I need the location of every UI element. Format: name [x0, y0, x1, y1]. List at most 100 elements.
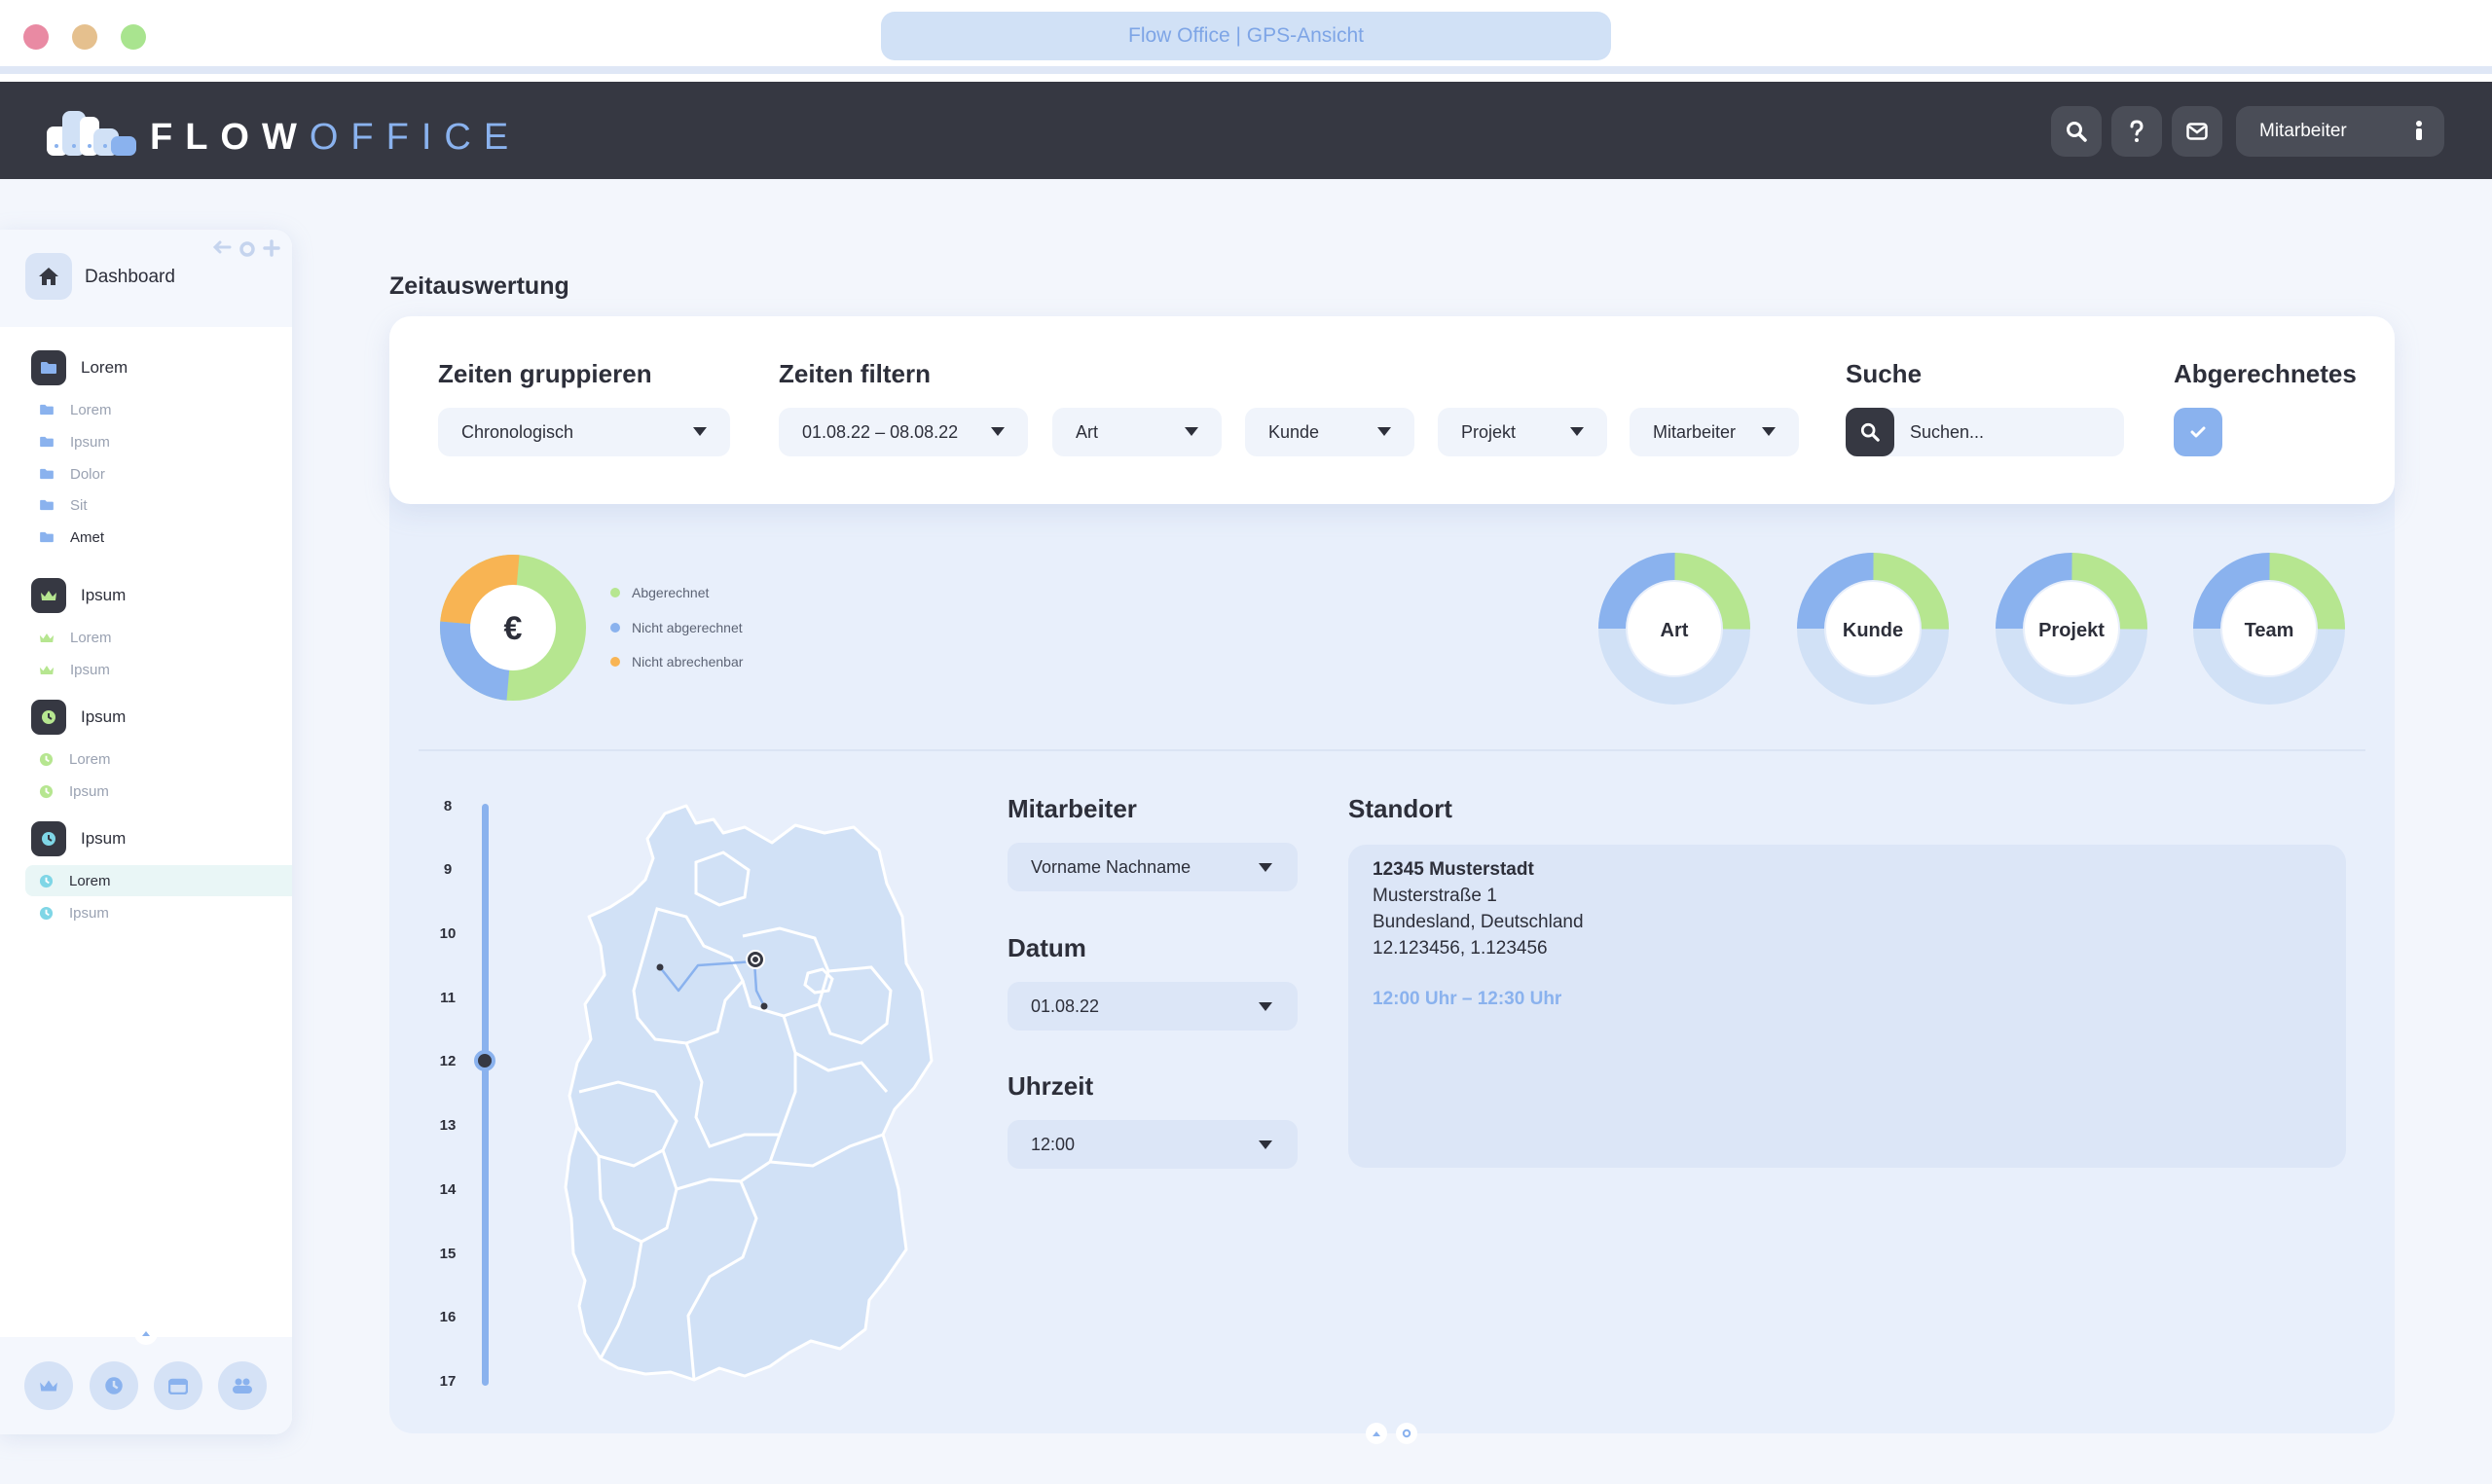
page-title: Zeitauswertung — [389, 272, 569, 300]
sidebar-item-active[interactable]: Lorem — [25, 865, 292, 896]
sidebar-item[interactable]: Dolor — [0, 458, 292, 489]
arrow-left-icon[interactable] — [212, 239, 232, 255]
user-menu-label: Mitarbeiter — [2259, 121, 2347, 141]
date-value: 01.08.22 — [1031, 995, 1100, 1016]
sidebar-item[interactable]: Lorem — [0, 622, 292, 653]
section-divider — [419, 749, 2365, 751]
time-value: 12:00 — [1031, 1134, 1076, 1154]
app-header: FLOW OFFICE Mitarbeiter — [0, 82, 2492, 179]
sidebar-item[interactable]: Sit — [0, 489, 292, 521]
collapse-button[interactable] — [134, 1321, 158, 1345]
folder-icon — [40, 499, 54, 511]
donut-team[interactable]: Team — [2193, 553, 2345, 705]
sidebar-footer — [0, 1321, 292, 1434]
user-menu-button[interactable]: Mitarbeiter — [2236, 106, 2444, 157]
group-times-select[interactable]: Chronologisch — [438, 408, 730, 456]
sidebar-item[interactable]: Ipsum — [0, 654, 292, 685]
employee-label: Mitarbeiter — [1008, 794, 1137, 823]
maximize-window-button[interactable] — [121, 24, 146, 50]
chevron-down-icon — [1762, 427, 1776, 436]
hour-tick: 15 — [439, 1246, 457, 1262]
footer-crown-button[interactable] — [24, 1361, 73, 1410]
calendar-icon — [168, 1378, 188, 1394]
dashboard-label[interactable]: Dashboard — [85, 267, 175, 288]
donut-kunde[interactable]: Kunde — [1797, 553, 1949, 705]
header-help-button[interactable] — [2111, 106, 2162, 157]
mail-icon — [2186, 123, 2208, 140]
settings-icon[interactable] — [238, 239, 257, 259]
sidebar-item-label: Ipsum — [70, 661, 110, 678]
sidebar-item-label: Lorem — [69, 750, 111, 768]
time-select[interactable]: 12:00 — [1008, 1120, 1298, 1169]
brand-name: FLOW OFFICE — [150, 117, 521, 159]
legend-item: Nicht abgerechnet — [610, 620, 743, 635]
header-search-button[interactable] — [2051, 106, 2102, 157]
footer-clock-button[interactable] — [90, 1361, 138, 1410]
legend-label: Abgerechnet — [632, 585, 710, 600]
date-select[interactable]: 01.08.22 — [1008, 982, 1298, 1031]
billed-label: Abgerechnetes — [2174, 359, 2357, 388]
search-input[interactable] — [1908, 408, 2112, 456]
sidebar-item-label: Sit — [70, 496, 88, 514]
sidebar-item[interactable]: Ipsum — [0, 897, 292, 928]
sidebar-item[interactable]: Lorem — [0, 394, 292, 425]
folder-icon — [40, 531, 54, 543]
projekt-select[interactable]: Projekt — [1438, 408, 1607, 456]
folder-icon — [40, 468, 54, 480]
sidebar-item-label: Lorem — [70, 629, 112, 646]
location-city: 12345 Musterstadt — [1373, 859, 1534, 880]
kunde-select[interactable]: Kunde — [1245, 408, 1414, 456]
gps-point — [656, 963, 664, 971]
currency-symbol: € — [504, 610, 523, 647]
scroll-up-button[interactable] — [1366, 1423, 1387, 1444]
footer-team-button[interactable] — [218, 1361, 267, 1410]
mitarbeiter-select[interactable]: Mitarbeiter — [1630, 408, 1799, 456]
employee-select[interactable]: Vorname Nachname — [1008, 843, 1298, 891]
sidebar-item-label: Ipsum — [70, 433, 110, 451]
sidebar-group[interactable]: Ipsum — [31, 578, 126, 613]
sidebar-item[interactable]: Ipsum — [0, 426, 292, 457]
crown-icon — [39, 665, 55, 674]
close-window-button[interactable] — [23, 24, 49, 50]
sidebar-group[interactable]: Ipsum — [31, 700, 126, 735]
donut-label: Kunde — [1843, 620, 1903, 641]
sidebar-group[interactable]: Ipsum — [31, 821, 126, 856]
header-mail-button[interactable] — [2172, 106, 2222, 157]
chevron-down-icon — [1259, 1140, 1272, 1149]
legend-item: Nicht abrechenbar — [610, 654, 743, 670]
sidebar-item[interactable]: Amet — [0, 522, 292, 553]
plus-icon[interactable] — [263, 239, 280, 257]
clock-icon — [42, 710, 55, 724]
sidebar-item[interactable]: Lorem — [0, 743, 292, 775]
timeline-handle[interactable] — [474, 1050, 495, 1071]
footer-calendar-button[interactable] — [154, 1361, 202, 1410]
hour-tick: 16 — [439, 1309, 457, 1325]
timeline-track[interactable] — [482, 804, 489, 1386]
donut-projekt[interactable]: Projekt — [1996, 553, 2147, 705]
date-label: Datum — [1008, 933, 1086, 962]
minimize-window-button[interactable] — [72, 24, 97, 50]
clock-icon — [39, 906, 54, 920]
art-select[interactable]: Art — [1052, 408, 1222, 456]
sidebar-group[interactable]: Lorem — [31, 350, 128, 385]
billed-checkbox[interactable] — [2174, 408, 2222, 456]
sidebar-item[interactable]: Ipsum — [0, 776, 292, 807]
dashboard-button[interactable] — [25, 253, 72, 300]
crown-icon — [39, 633, 55, 642]
sidebar-item-label: Amet — [70, 528, 105, 546]
location-card: 12345 Musterstadt Musterstraße 1 Bundesl… — [1348, 845, 2346, 1168]
donut-art[interactable]: Art — [1598, 553, 1750, 705]
hour-tick: 12 — [439, 1053, 457, 1069]
sidebar-item-label: Ipsum — [69, 782, 109, 800]
location-pin-icon[interactable] — [746, 950, 765, 969]
search-button[interactable] — [1846, 408, 1894, 456]
settings-button[interactable] — [1396, 1423, 1417, 1444]
date-range-select[interactable]: 01.08.22 – 08.08.22 — [779, 408, 1028, 456]
logo-icon — [47, 107, 140, 161]
legend-label: Nicht abgerechnet — [632, 620, 743, 635]
search-icon — [1860, 422, 1880, 442]
sidebar-item-label: Dolor — [70, 465, 105, 483]
gps-point — [760, 1002, 768, 1010]
germany-map[interactable] — [540, 800, 959, 1384]
sidebar-item-label: Lorem — [70, 401, 112, 418]
